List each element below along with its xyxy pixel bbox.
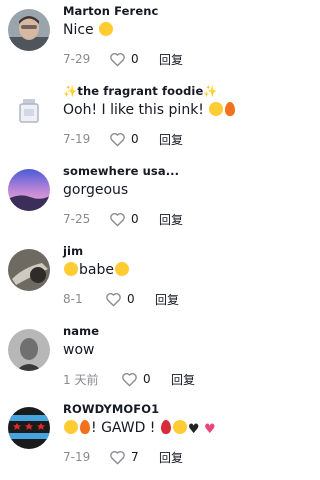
avatar[interactable] xyxy=(8,249,50,291)
comment-date: 7-19 xyxy=(63,450,91,464)
flushed-face-emoji-icon xyxy=(64,262,78,276)
like-count: 7 xyxy=(131,450,139,464)
comment-item: name wow 1 天前 0 回复 xyxy=(0,323,286,402)
comment-text: babe xyxy=(63,262,130,278)
comment-meta: 1 天前 0 回复 xyxy=(63,370,195,388)
like-button[interactable]: 0 xyxy=(109,212,153,227)
avatar[interactable] xyxy=(8,9,50,51)
comment-meta: 7-19 0 回复 xyxy=(63,130,183,148)
reply-button[interactable]: 回复 xyxy=(159,449,183,466)
face-savoring-food-emoji-icon xyxy=(114,262,129,276)
star-struck-emoji-icon xyxy=(172,420,187,434)
heart-outline-icon xyxy=(106,292,121,306)
sparkling-heart-icon: ♥ xyxy=(203,422,216,437)
comment-date: 7-19 xyxy=(63,132,91,146)
like-button[interactable]: 0 xyxy=(121,372,165,387)
reply-button[interactable]: 回复 xyxy=(159,131,183,148)
heart-outline-icon xyxy=(110,212,125,226)
comment-username[interactable]: ROWDYMOFO1 xyxy=(63,402,159,416)
comment-text: ! GAWD ! ♥ ♥ xyxy=(63,420,216,436)
comment-date: 7-25 xyxy=(63,212,91,226)
like-button[interactable]: 0 xyxy=(109,52,153,67)
comment-text: Nice xyxy=(63,22,114,38)
comment-username[interactable]: Marton Ferenc xyxy=(63,4,158,18)
comment-item: ✨the fragrant foodie✨ Ooh! I like this p… xyxy=(0,83,286,162)
fire-emoji-icon xyxy=(80,420,90,434)
comment-meta: 7-29 0 回复 xyxy=(63,50,183,68)
reply-button[interactable]: 回复 xyxy=(171,371,195,388)
comment-meta: 8-1 0 回复 xyxy=(63,290,179,308)
comment-text: gorgeous xyxy=(63,182,129,198)
reply-button[interactable]: 回复 xyxy=(155,291,179,308)
like-count: 0 xyxy=(131,212,139,226)
comment-date: 8-1 xyxy=(63,292,83,306)
heart-outline-icon xyxy=(110,52,125,66)
black-heart-icon: ♥ xyxy=(187,422,200,437)
comment-username[interactable]: somewhere usa... xyxy=(63,164,179,178)
like-count: 0 xyxy=(131,52,139,66)
comment-date: 7-29 xyxy=(63,52,91,66)
like-button[interactable]: 0 xyxy=(109,132,153,147)
comment-text: Ooh! I like this pink! xyxy=(63,102,236,118)
comment-username[interactable]: name xyxy=(63,324,99,338)
like-count: 0 xyxy=(131,132,139,146)
comment-item: somewhere usa... gorgeous 7-25 0 回复 xyxy=(0,163,286,242)
heart-outline-icon xyxy=(110,132,125,146)
comment-username[interactable]: ✨the fragrant foodie✨ xyxy=(63,84,218,98)
like-button[interactable]: 0 xyxy=(105,292,149,307)
comment-username[interactable]: jim xyxy=(63,244,83,258)
comment-item: jim babe 8-1 0 回复 xyxy=(0,243,286,322)
smiling-face-hearts-emoji-icon xyxy=(209,102,224,116)
fire-emoji-icon xyxy=(225,102,236,116)
reply-button[interactable]: 回复 xyxy=(159,51,183,68)
heart-outline-icon xyxy=(122,372,137,386)
avatar[interactable] xyxy=(8,169,50,211)
avatar[interactable] xyxy=(8,329,50,371)
like-count: 0 xyxy=(143,372,151,386)
comment-item: Marton Ferenc Nice 7-29 0 回复 xyxy=(0,3,286,82)
smiling-face-hearts-emoji-icon xyxy=(99,22,114,36)
like-count: 0 xyxy=(127,292,135,306)
heart-outline-icon xyxy=(110,450,125,464)
comment-date: 1 天前 xyxy=(63,372,99,387)
like-button[interactable]: 7 xyxy=(109,450,153,465)
comment-meta: 7-25 0 回复 xyxy=(63,210,183,228)
smiling-face-emoji-icon xyxy=(64,420,78,434)
reply-button[interactable]: 回复 xyxy=(159,211,183,228)
rose-emoji-icon xyxy=(160,420,171,434)
avatar[interactable] xyxy=(8,89,50,131)
comment-meta: 7-19 7 回复 xyxy=(63,448,183,466)
comment-text: wow xyxy=(63,342,95,358)
comment-item: ROWDYMOFO1 ! GAWD ! ♥ ♥ 7-19 7 回复 xyxy=(0,401,286,480)
avatar[interactable] xyxy=(8,407,50,449)
